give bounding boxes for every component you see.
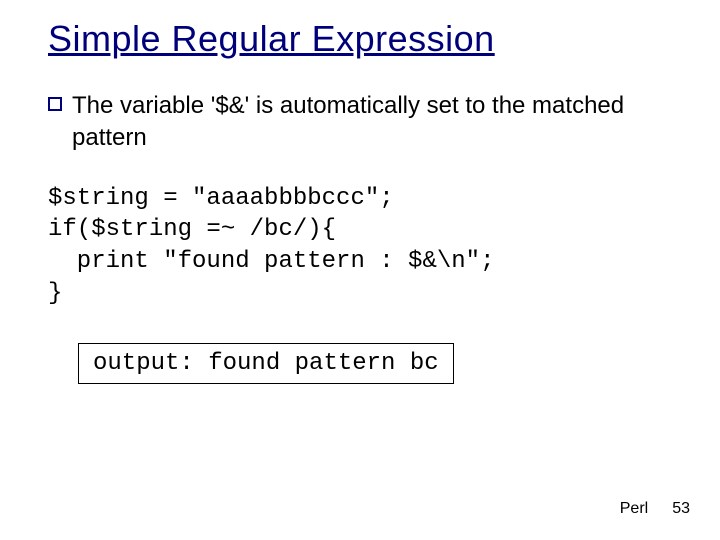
- slide: Simple Regular Expression The variable '…: [0, 0, 720, 540]
- footer-label: Perl: [620, 500, 648, 518]
- code-block: $string = "aaaabbbbccc"; if($string =~ /…: [48, 183, 672, 310]
- page-number: 53: [672, 500, 690, 518]
- square-bullet-icon: [48, 97, 62, 111]
- output-box: output: found pattern bc: [78, 343, 454, 384]
- footer: Perl 53: [620, 500, 690, 518]
- page-title: Simple Regular Expression: [48, 18, 672, 60]
- bullet-text: The variable '$&' is automatically set t…: [72, 90, 672, 155]
- bullet-item: The variable '$&' is automatically set t…: [48, 90, 672, 155]
